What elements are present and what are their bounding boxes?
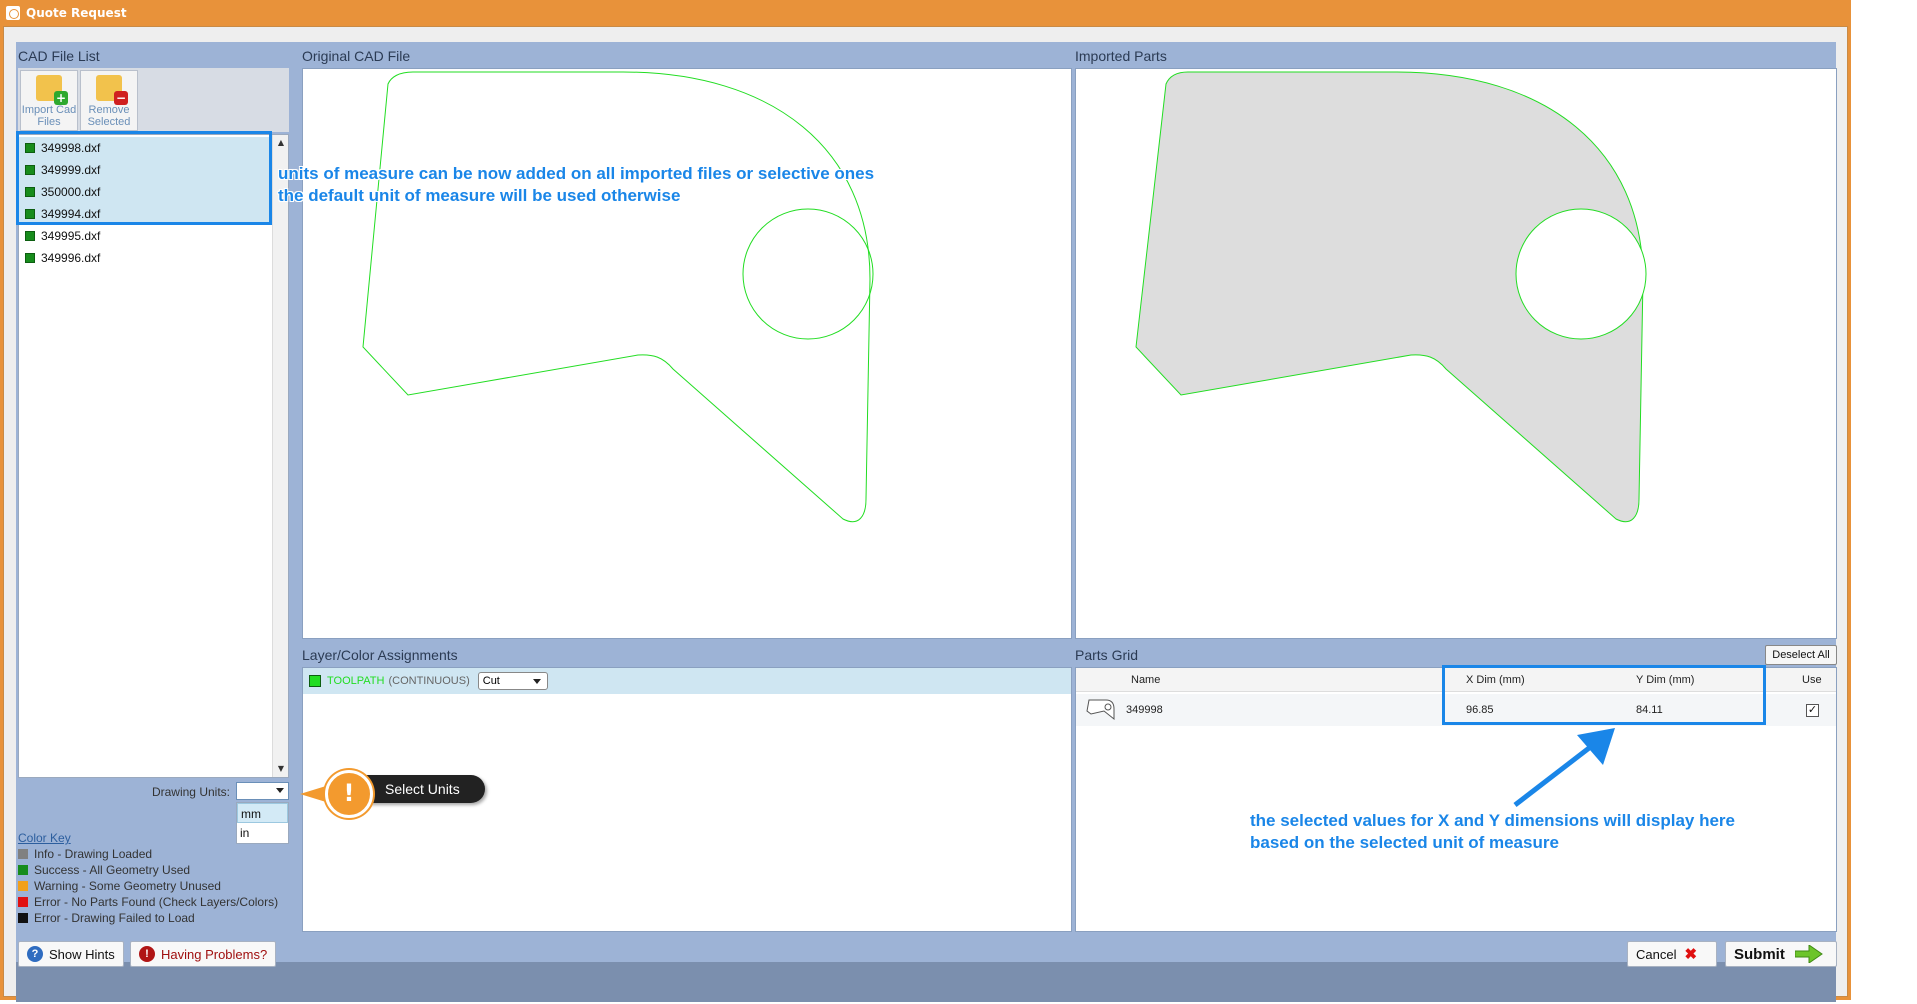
file-item[interactable]: 349995.dxf (19, 225, 271, 247)
cad-file-list-title: CAD File List (18, 48, 100, 64)
layer-color-title: Layer/Color Assignments (302, 647, 458, 663)
app-icon (6, 6, 20, 20)
annotation-arrow-icon (1513, 728, 1615, 807)
scroll-down-icon[interactable]: ▼ (273, 761, 289, 777)
black-swatch (18, 913, 28, 923)
bottom-bar (16, 962, 1836, 1002)
units-annotation-line2: the default unit of measure will be used… (278, 186, 681, 205)
imported-parts-title: Imported Parts (1075, 48, 1167, 64)
deselect-all-button[interactable]: Deselect All (1765, 645, 1837, 665)
original-cad-title: Original CAD File (302, 48, 411, 64)
chevron-down-icon (276, 788, 284, 793)
import-cad-files-button[interactable]: + Import Cad Files (20, 70, 78, 131)
having-problems-button[interactable]: ! Having Problems? (130, 941, 277, 967)
imported-part-drawing (1135, 71, 1647, 523)
submit-button[interactable]: Submit (1725, 941, 1837, 967)
red-swatch (18, 897, 28, 907)
select-units-hint[interactable]: Select Units ! (300, 770, 490, 818)
drawing-units-select[interactable] (236, 782, 289, 800)
show-hints-button[interactable]: ? Show Hints (18, 941, 124, 967)
cad-toolbar: + Import Cad Files − Remove Selected (18, 68, 289, 132)
use-checkbox[interactable]: ✓ (1806, 704, 1819, 717)
dims-highlight-box (1442, 665, 1766, 725)
layer-row[interactable]: TOOLPATH (CONTINUOUS) Cut (303, 668, 1071, 694)
close-icon: ✖ (1684, 946, 1698, 963)
remove-selected-button[interactable]: − Remove Selected (80, 70, 138, 131)
dims-annotation-line1: the selected values for X and Y dimensio… (1250, 811, 1735, 830)
drawing-units-label: Drawing Units: (151, 785, 230, 799)
layer-type: (CONTINUOUS) (388, 675, 470, 687)
units-annotation-line1: units of measure can be now added on all… (278, 164, 875, 183)
file-list-scrollbar[interactable]: ▲ ▼ (272, 135, 288, 777)
dims-annotation-line2: based on the selected unit of measure (1250, 833, 1559, 852)
remove-label: Remove Selected (87, 104, 131, 128)
import-label: Import Cad Files (21, 104, 77, 128)
orange-swatch (18, 881, 28, 891)
color-key-item: Error - Drawing Failed to Load (18, 911, 195, 925)
imported-parts-canvas[interactable] (1075, 68, 1837, 639)
arrow-right-icon (1794, 945, 1823, 963)
cancel-button[interactable]: Cancel ✖ (1627, 941, 1717, 967)
units-dropdown: mm in (236, 802, 289, 844)
green-swatch (18, 865, 28, 875)
color-key-item: Error - No Parts Found (Check Layers/Col… (18, 895, 278, 909)
col-use[interactable]: Use (1802, 674, 1822, 686)
layer-action-select[interactable]: Cut (477, 672, 548, 690)
color-key-title: Color Key (18, 831, 71, 845)
exclamation-icon: ! (325, 770, 373, 818)
original-cad-canvas[interactable] (302, 68, 1072, 639)
gray-swatch (18, 849, 28, 859)
color-key-item: Warning - Some Geometry Unused (18, 879, 221, 893)
question-icon: ? (27, 946, 43, 962)
part-name: 349998 (1126, 704, 1163, 716)
col-name[interactable]: Name (1131, 674, 1160, 686)
scroll-up-icon[interactable]: ▲ (273, 135, 289, 151)
title-bar[interactable]: Quote Request (0, 0, 1851, 26)
folder-add-icon: + (36, 75, 68, 105)
status-icon (25, 253, 35, 263)
folder-remove-icon: − (96, 75, 128, 105)
window-title: Quote Request (26, 6, 127, 20)
file-item[interactable]: 349996.dxf (19, 247, 271, 269)
unit-option-mm[interactable]: mm (237, 803, 288, 823)
hint-pointer (300, 786, 326, 802)
cad-outline-drawing (362, 71, 874, 523)
color-key-item: Info - Drawing Loaded (18, 847, 152, 861)
status-icon (25, 231, 35, 241)
files-highlight-box (16, 131, 272, 225)
layer-name: TOOLPATH (327, 675, 385, 687)
cad-file-list: 349998.dxf 349999.dxf 350000.dxf 349994.… (18, 134, 289, 778)
parts-grid-title: Parts Grid (1075, 647, 1139, 663)
unit-option-in[interactable]: in (237, 823, 288, 843)
color-key-item: Success - All Geometry Used (18, 863, 190, 877)
part-thumbnail-icon (1086, 699, 1115, 721)
alert-icon: ! (139, 946, 155, 962)
layer-color-swatch (309, 675, 321, 687)
chevron-down-icon (532, 679, 541, 684)
